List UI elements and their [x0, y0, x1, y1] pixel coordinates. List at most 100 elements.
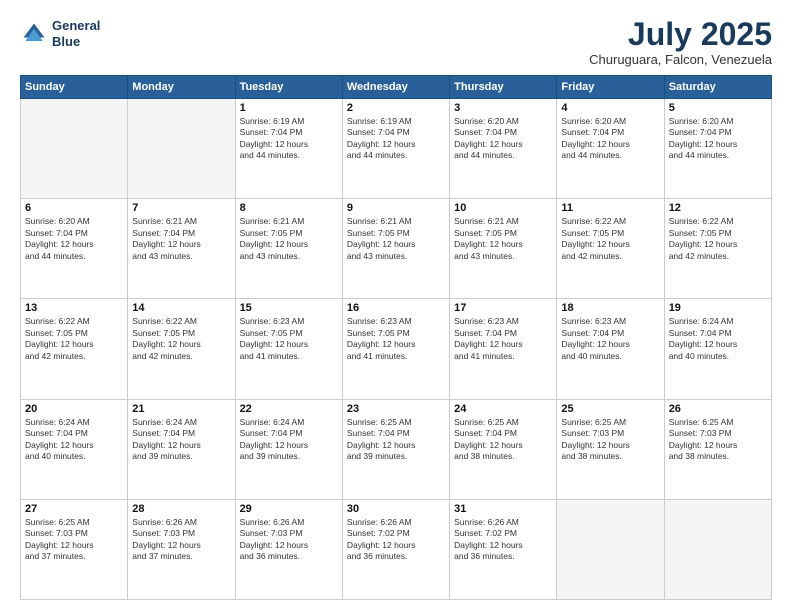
- cell-info: Sunrise: 6:23 AM Sunset: 7:05 PM Dayligh…: [240, 316, 338, 362]
- calendar-cell: 27 Sunrise: 6:25 AM Sunset: 7:03 PM Dayli…: [21, 499, 128, 599]
- day-number: 24: [454, 403, 552, 415]
- calendar-cell: [557, 499, 664, 599]
- cell-info: Sunrise: 6:25 AM Sunset: 7:03 PM Dayligh…: [561, 417, 659, 463]
- calendar-cell: 28 Sunrise: 6:26 AM Sunset: 7:03 PM Dayli…: [128, 499, 235, 599]
- calendar-header-row: SundayMondayTuesdayWednesdayThursdayFrid…: [21, 76, 772, 99]
- calendar-table: SundayMondayTuesdayWednesdayThursdayFrid…: [20, 75, 772, 600]
- calendar-cell: 16 Sunrise: 6:23 AM Sunset: 7:05 PM Dayli…: [342, 299, 449, 399]
- day-number: 13: [25, 302, 123, 314]
- calendar-cell: 24Sunrise: 6:25 AM Sunset: 7:04 PM Dayli…: [450, 399, 557, 499]
- cell-info: Sunrise: 6:20 AM Sunset: 7:04 PM Dayligh…: [454, 116, 552, 162]
- calendar-body: 1 Sunrise: 6:19 AM Sunset: 7:04 PM Daylig…: [21, 99, 772, 600]
- day-number: 5: [669, 102, 767, 114]
- calendar-cell: 22 Sunrise: 6:24 AM Sunset: 7:04 PM Dayli…: [235, 399, 342, 499]
- calendar-cell: 9 Sunrise: 6:21 AM Sunset: 7:05 PM Daylig…: [342, 199, 449, 299]
- calendar-cell: [664, 499, 771, 599]
- calendar-cell: 6Sunrise: 6:20 AM Sunset: 7:04 PM Daylig…: [21, 199, 128, 299]
- cell-info: Sunrise: 6:25 AM Sunset: 7:04 PM Dayligh…: [347, 417, 445, 463]
- cell-info: Sunrise: 6:21 AM Sunset: 7:05 PM Dayligh…: [347, 216, 445, 262]
- cell-info: Sunrise: 6:20 AM Sunset: 7:04 PM Dayligh…: [25, 216, 123, 262]
- calendar-cell: 11 Sunrise: 6:22 AM Sunset: 7:05 PM Dayli…: [557, 199, 664, 299]
- cell-info: Sunrise: 6:22 AM Sunset: 7:05 PM Dayligh…: [669, 216, 767, 262]
- day-number: 18: [561, 302, 659, 314]
- day-number: 7: [132, 202, 230, 214]
- day-number: 9: [347, 202, 445, 214]
- calendar-week-row: 13 Sunrise: 6:22 AM Sunset: 7:05 PM Dayli…: [21, 299, 772, 399]
- calendar-cell: 29 Sunrise: 6:26 AM Sunset: 7:03 PM Dayli…: [235, 499, 342, 599]
- day-number: 27: [25, 503, 123, 515]
- page: General Blue July 2025 Churuguara, Falco…: [0, 0, 792, 612]
- day-number: 10: [454, 202, 552, 214]
- calendar-cell: 25 Sunrise: 6:25 AM Sunset: 7:03 PM Dayli…: [557, 399, 664, 499]
- weekday-header: Monday: [128, 76, 235, 99]
- day-number: 11: [561, 202, 659, 214]
- cell-info: Sunrise: 6:24 AM Sunset: 7:04 PM Dayligh…: [240, 417, 338, 463]
- cell-info: Sunrise: 6:23 AM Sunset: 7:04 PM Dayligh…: [454, 316, 552, 362]
- day-number: 12: [669, 202, 767, 214]
- cell-info: Sunrise: 6:21 AM Sunset: 7:04 PM Dayligh…: [132, 216, 230, 262]
- weekday-header: Sunday: [21, 76, 128, 99]
- cell-info: Sunrise: 6:20 AM Sunset: 7:04 PM Dayligh…: [561, 116, 659, 162]
- calendar-cell: 2 Sunrise: 6:19 AM Sunset: 7:04 PM Daylig…: [342, 99, 449, 199]
- day-number: 20: [25, 403, 123, 415]
- cell-info: Sunrise: 6:23 AM Sunset: 7:05 PM Dayligh…: [347, 316, 445, 362]
- day-number: 28: [132, 503, 230, 515]
- calendar-week-row: 1 Sunrise: 6:19 AM Sunset: 7:04 PM Daylig…: [21, 99, 772, 199]
- cell-info: Sunrise: 6:21 AM Sunset: 7:05 PM Dayligh…: [454, 216, 552, 262]
- cell-info: Sunrise: 6:25 AM Sunset: 7:03 PM Dayligh…: [669, 417, 767, 463]
- calendar-cell: 4 Sunrise: 6:20 AM Sunset: 7:04 PM Daylig…: [557, 99, 664, 199]
- calendar-cell: [128, 99, 235, 199]
- day-number: 22: [240, 403, 338, 415]
- calendar-week-row: 6Sunrise: 6:20 AM Sunset: 7:04 PM Daylig…: [21, 199, 772, 299]
- weekday-header: Saturday: [664, 76, 771, 99]
- calendar-cell: 13 Sunrise: 6:22 AM Sunset: 7:05 PM Dayli…: [21, 299, 128, 399]
- day-number: 29: [240, 503, 338, 515]
- cell-info: Sunrise: 6:24 AM Sunset: 7:04 PM Dayligh…: [669, 316, 767, 362]
- day-number: 31: [454, 503, 552, 515]
- cell-info: Sunrise: 6:25 AM Sunset: 7:03 PM Dayligh…: [25, 517, 123, 563]
- logo-icon: [20, 20, 48, 48]
- calendar-cell: 23 Sunrise: 6:25 AM Sunset: 7:04 PM Dayli…: [342, 399, 449, 499]
- calendar-cell: 17Sunrise: 6:23 AM Sunset: 7:04 PM Dayli…: [450, 299, 557, 399]
- day-number: 25: [561, 403, 659, 415]
- weekday-header: Friday: [557, 76, 664, 99]
- day-number: 4: [561, 102, 659, 114]
- cell-info: Sunrise: 6:22 AM Sunset: 7:05 PM Dayligh…: [561, 216, 659, 262]
- calendar-cell: 20Sunrise: 6:24 AM Sunset: 7:04 PM Dayli…: [21, 399, 128, 499]
- calendar-cell: 10 Sunrise: 6:21 AM Sunset: 7:05 PM Dayli…: [450, 199, 557, 299]
- cell-info: Sunrise: 6:26 AM Sunset: 7:03 PM Dayligh…: [240, 517, 338, 563]
- logo: General Blue: [20, 18, 100, 49]
- cell-info: Sunrise: 6:19 AM Sunset: 7:04 PM Dayligh…: [347, 116, 445, 162]
- calendar-week-row: 20 Sunrise: 6:24 AM Sunset: 7:04 PM Dayli…: [21, 399, 772, 499]
- cell-info: Sunrise: 6:26 AM Sunset: 7:02 PM Dayligh…: [454, 517, 552, 563]
- day-number: 16: [347, 302, 445, 314]
- cell-info: Sunrise: 6:26 AM Sunset: 7:03 PM Dayligh…: [132, 517, 230, 563]
- weekday-header: Thursday: [450, 76, 557, 99]
- cell-info: Sunrise: 6:20 AM Sunset: 7:04 PM Dayligh…: [669, 116, 767, 162]
- cell-info: Sunrise: 6:22 AM Sunset: 7:05 PM Dayligh…: [25, 316, 123, 362]
- calendar-week-row: 27 Sunrise: 6:25 AM Sunset: 7:03 PM Dayli…: [21, 499, 772, 599]
- header: General Blue July 2025 Churuguara, Falco…: [20, 18, 772, 67]
- calendar-cell: 7 Sunrise: 6:21 AM Sunset: 7:04 PM Daylig…: [128, 199, 235, 299]
- calendar-cell: 19Sunrise: 6:24 AM Sunset: 7:04 PM Dayli…: [664, 299, 771, 399]
- title-block: July 2025 Churuguara, Falcon, Venezuela: [589, 18, 772, 67]
- day-number: 1: [240, 102, 338, 114]
- calendar-cell: 12 Sunrise: 6:22 AM Sunset: 7:05 PM Dayli…: [664, 199, 771, 299]
- calendar-cell: 15 Sunrise: 6:23 AM Sunset: 7:05 PM Dayli…: [235, 299, 342, 399]
- day-number: 23: [347, 403, 445, 415]
- calendar-cell: 8Sunrise: 6:21 AM Sunset: 7:05 PM Daylig…: [235, 199, 342, 299]
- calendar-cell: 3Sunrise: 6:20 AM Sunset: 7:04 PM Daylig…: [450, 99, 557, 199]
- cell-info: Sunrise: 6:24 AM Sunset: 7:04 PM Dayligh…: [132, 417, 230, 463]
- day-number: 15: [240, 302, 338, 314]
- day-number: 2: [347, 102, 445, 114]
- cell-info: Sunrise: 6:22 AM Sunset: 7:05 PM Dayligh…: [132, 316, 230, 362]
- calendar-cell: 14Sunrise: 6:22 AM Sunset: 7:05 PM Dayli…: [128, 299, 235, 399]
- day-number: 26: [669, 403, 767, 415]
- weekday-header: Tuesday: [235, 76, 342, 99]
- cell-info: Sunrise: 6:26 AM Sunset: 7:02 PM Dayligh…: [347, 517, 445, 563]
- calendar-cell: 30 Sunrise: 6:26 AM Sunset: 7:02 PM Dayli…: [342, 499, 449, 599]
- weekday-header: Wednesday: [342, 76, 449, 99]
- cell-info: Sunrise: 6:23 AM Sunset: 7:04 PM Dayligh…: [561, 316, 659, 362]
- day-number: 30: [347, 503, 445, 515]
- calendar-cell: 21Sunrise: 6:24 AM Sunset: 7:04 PM Dayli…: [128, 399, 235, 499]
